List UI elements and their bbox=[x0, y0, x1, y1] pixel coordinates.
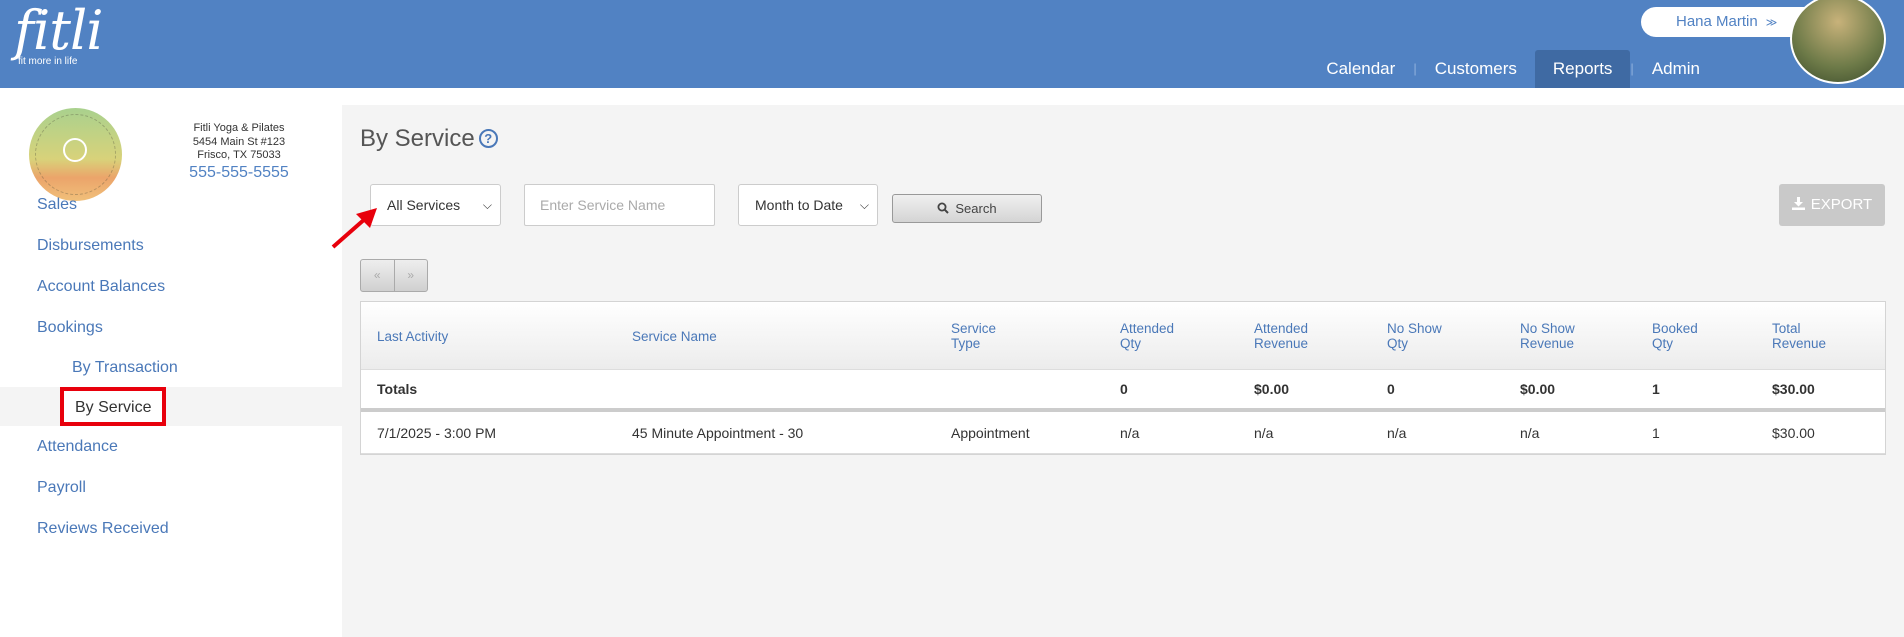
user-name: Hana Martin bbox=[1676, 13, 1758, 30]
totals-attended-qty: 0 bbox=[1120, 381, 1128, 397]
col-last-activity[interactable]: Last Activity bbox=[377, 302, 448, 370]
help-icon[interactable]: ? bbox=[478, 129, 498, 148]
totals-label: Totals bbox=[377, 381, 418, 397]
sidebar-item-by-transaction[interactable]: By Transaction bbox=[0, 348, 342, 387]
col-attended-qty[interactable]: Attended Qty bbox=[1120, 302, 1174, 370]
nav-admin[interactable]: Admin bbox=[1634, 50, 1718, 88]
meditation-icon bbox=[63, 138, 87, 162]
report-menu: Sales Disbursements Account Balances Boo… bbox=[0, 184, 342, 549]
cell-attended-qty: n/a bbox=[1120, 424, 1140, 441]
totals-booked-qty: 1 bbox=[1652, 381, 1660, 397]
col-attended-revenue[interactable]: Attended Revenue bbox=[1254, 302, 1308, 370]
cell-booked-qty: 1 bbox=[1652, 424, 1660, 441]
search-button-label: Search bbox=[955, 201, 997, 216]
studio-info: Fitli Yoga & Pilates 5454 Main St #123 F… bbox=[178, 122, 300, 180]
cell-total-revenue: $30.00 bbox=[1772, 424, 1815, 441]
page-title: By Service? bbox=[360, 125, 498, 153]
cell-service-name: 45 Minute Appointment - 30 bbox=[632, 424, 804, 441]
export-button-label: EXPORT bbox=[1810, 196, 1873, 213]
cell-service-type: Appointment bbox=[951, 424, 1030, 441]
col-no-show-revenue[interactable]: No Show Revenue bbox=[1520, 302, 1575, 370]
col-total-revenue[interactable]: Total Revenue bbox=[1772, 302, 1826, 370]
totals-total-revenue: $30.00 bbox=[1772, 381, 1815, 397]
page-title-text: By Service bbox=[360, 125, 475, 152]
chevron-down-icon: ⌵ bbox=[859, 198, 869, 212]
download-icon bbox=[1791, 197, 1805, 210]
sidebar-item-sales[interactable]: Sales bbox=[0, 184, 342, 225]
sidebar-item-account-balances[interactable]: Account Balances bbox=[0, 266, 342, 307]
nav-customers[interactable]: Customers bbox=[1417, 50, 1535, 88]
col-no-show-qty[interactable]: No Show Qty bbox=[1387, 302, 1442, 370]
service-type-select-value: All Services bbox=[387, 197, 461, 213]
avatar[interactable] bbox=[1790, 0, 1886, 84]
prev-page-button[interactable]: « bbox=[361, 260, 394, 291]
nav-reports[interactable]: Reports bbox=[1534, 50, 1631, 88]
table-header: Last Activity Service Name Service Type A… bbox=[361, 302, 1885, 370]
search-icon bbox=[937, 202, 950, 214]
date-range-select-value: Month to Date bbox=[755, 197, 843, 213]
sidebar-item-bookings[interactable]: Bookings bbox=[0, 307, 342, 348]
col-service-name[interactable]: Service Name bbox=[632, 302, 717, 370]
totals-no-show-revenue: $0.00 bbox=[1520, 381, 1556, 397]
fitli-logo[interactable]: fitli fit more in life bbox=[14, 0, 103, 68]
cell-no-show-revenue: n/a bbox=[1520, 424, 1540, 441]
totals-no-show-qty: 0 bbox=[1387, 381, 1395, 397]
main-nav: Calendar | Customers Reports | Admin bbox=[1308, 50, 1718, 88]
cell-attended-revenue: n/a bbox=[1254, 424, 1274, 441]
sidebar-active-row: By Service bbox=[0, 387, 342, 426]
totals-attended-revenue: $0.00 bbox=[1254, 381, 1290, 397]
sidebar-item-payroll[interactable]: Payroll bbox=[0, 467, 342, 508]
export-button[interactable]: EXPORT bbox=[1779, 184, 1885, 226]
top-bar: fitli fit more in life Hana Martin ≫ Cale… bbox=[0, 0, 1904, 88]
chevron-down-icon: ≫ bbox=[1765, 17, 1778, 29]
logo-word: fitli bbox=[14, 0, 103, 62]
table-row[interactable]: 7/1/2025 - 3:00 PM 45 Minute Appointment… bbox=[361, 412, 1885, 454]
main-content: By Service? All Services ⌵ Enter Service… bbox=[342, 105, 1904, 637]
col-service-type[interactable]: Service Type bbox=[951, 302, 996, 370]
service-report-table: Last Activity Service Name Service Type A… bbox=[360, 301, 1886, 455]
sidebar-item-by-service[interactable]: By Service bbox=[60, 387, 167, 426]
totals-row: Totals 0 $0.00 0 $0.00 1 $30.00 bbox=[361, 370, 1885, 412]
sidebar: Fitli Yoga & Pilates 5454 Main St #123 F… bbox=[0, 88, 342, 637]
service-type-select[interactable]: All Services ⌵ bbox=[370, 184, 501, 226]
studio-address-1: 5454 Main St #123 bbox=[192, 135, 286, 148]
sidebar-item-disbursements[interactable]: Disbursements bbox=[0, 225, 342, 266]
col-booked-qty[interactable]: Booked Qty bbox=[1652, 302, 1698, 370]
next-page-button[interactable]: » bbox=[393, 260, 428, 291]
chevron-down-icon: ⌵ bbox=[482, 198, 492, 212]
nav-calendar[interactable]: Calendar bbox=[1308, 50, 1413, 88]
cell-last-activity: 7/1/2025 - 3:00 PM bbox=[377, 424, 497, 441]
annotation-arrow-icon bbox=[331, 208, 377, 249]
sidebar-item-reviews-received[interactable]: Reviews Received bbox=[0, 508, 342, 549]
sidebar-item-attendance[interactable]: Attendance bbox=[0, 426, 342, 467]
studio-phone[interactable]: 555-555-5555 bbox=[178, 164, 300, 179]
date-range-select[interactable]: Month to Date ⌵ bbox=[738, 184, 878, 226]
studio-address-2: Frisco, TX 75033 bbox=[197, 149, 281, 161]
studio-name: Fitli Yoga & Pilates bbox=[193, 122, 285, 134]
pager: « » bbox=[360, 259, 428, 292]
service-name-input[interactable]: Enter Service Name bbox=[524, 184, 715, 226]
cell-no-show-qty: n/a bbox=[1387, 424, 1407, 441]
search-button[interactable]: Search bbox=[892, 194, 1042, 223]
